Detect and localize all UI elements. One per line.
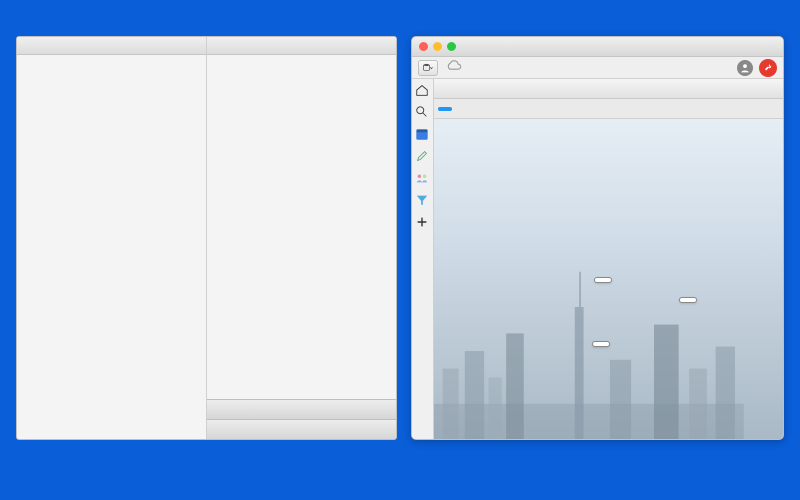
filter-icon[interactable] bbox=[415, 193, 429, 207]
data-model-canvas[interactable] bbox=[434, 119, 783, 439]
close-icon[interactable] bbox=[419, 42, 428, 51]
zoom-icon[interactable] bbox=[447, 42, 456, 51]
tab-bar bbox=[434, 79, 783, 99]
search-icon[interactable] bbox=[415, 105, 429, 119]
minimize-icon[interactable] bbox=[433, 42, 442, 51]
home-icon[interactable] bbox=[415, 83, 429, 97]
node-viewing[interactable] bbox=[594, 277, 612, 283]
user-avatar-icon[interactable] bbox=[737, 60, 753, 76]
pencil-icon[interactable] bbox=[415, 149, 429, 163]
cloud-icon[interactable] bbox=[444, 58, 464, 77]
add-layout-button[interactable] bbox=[207, 399, 396, 419]
sub-toolbar bbox=[434, 99, 783, 119]
toolbar bbox=[412, 57, 783, 79]
fields-panel-header bbox=[17, 37, 206, 55]
team-icon[interactable] bbox=[415, 171, 429, 185]
skyline-decoration bbox=[434, 263, 744, 439]
app-window bbox=[411, 36, 784, 440]
relation-edges bbox=[434, 119, 734, 269]
database-menu-button[interactable] bbox=[418, 60, 438, 76]
table-reference-button[interactable] bbox=[207, 419, 396, 439]
title-bar bbox=[412, 37, 783, 57]
settings-wrench-icon[interactable] bbox=[759, 59, 777, 77]
node-contact[interactable] bbox=[592, 341, 610, 347]
add-icon[interactable] bbox=[415, 215, 429, 229]
calendar-icon[interactable] bbox=[415, 127, 429, 141]
editor-panels bbox=[16, 36, 397, 440]
node-property[interactable] bbox=[679, 297, 697, 303]
traffic-lights bbox=[419, 42, 456, 51]
create-field-header bbox=[207, 37, 396, 55]
create-panel-footer bbox=[207, 399, 396, 439]
new-table-button[interactable] bbox=[438, 107, 452, 111]
sidebar-strip bbox=[412, 79, 434, 439]
fields-panel bbox=[17, 37, 206, 439]
create-field-panel bbox=[206, 37, 396, 439]
